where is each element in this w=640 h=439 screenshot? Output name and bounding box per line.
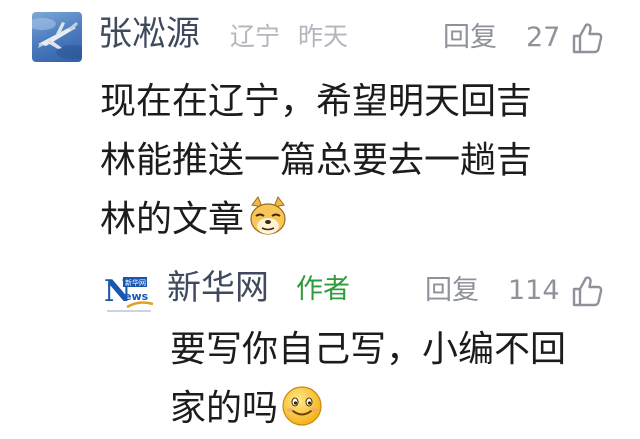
reply-item: N 新华网 ews 新华网 作者 回复 114 要写你自己写，小编不回 家的吗 bbox=[0, 250, 640, 439]
comment-location: 辽宁 bbox=[230, 22, 281, 51]
like-count[interactable]: 27 bbox=[526, 20, 560, 56]
thumbs-up-icon[interactable] bbox=[570, 21, 604, 55]
comment-item: 张凇源 辽宁 昨天 回复 27 现在在辽宁，希望明天回吉 林能推送一篇总要去一趟… bbox=[0, 0, 640, 250]
xinhua-logo-avatar[interactable]: N 新华网 ews bbox=[103, 270, 155, 316]
content-line: 要写你自己写，小编不回 bbox=[170, 329, 567, 370]
reply-content: 要写你自己写，小编不回 家的吗 bbox=[170, 320, 566, 438]
content-line-with-emoji: 家的吗 bbox=[170, 379, 566, 438]
comment-username[interactable]: 张凇源 bbox=[98, 12, 200, 56]
comment-content: 现在在辽宁，希望明天回吉 林能推送一篇总要去一趟吉 林的文章 bbox=[100, 72, 532, 249]
content-text: 家的吗 bbox=[170, 388, 279, 429]
jet-fighter-icon bbox=[32, 18, 82, 59]
comment-meta: 辽宁 昨天 bbox=[230, 20, 348, 54]
smile-emoji-icon bbox=[282, 386, 322, 426]
svg-text:ews: ews bbox=[124, 290, 149, 303]
user-avatar[interactable] bbox=[32, 12, 82, 62]
thumbs-up-icon[interactable] bbox=[570, 274, 604, 308]
comment-time: 昨天 bbox=[297, 22, 348, 51]
reply-button[interactable]: 回复 bbox=[425, 273, 479, 309]
author-badge: 作者 bbox=[296, 274, 350, 305]
svg-text:新华网: 新华网 bbox=[125, 278, 146, 287]
reply-username[interactable]: 新华网 bbox=[167, 266, 269, 310]
like-count[interactable]: 114 bbox=[508, 273, 560, 309]
content-line-with-emoji: 林的文章 bbox=[100, 190, 532, 249]
doge-emoji-icon bbox=[250, 195, 286, 235]
reply-button[interactable]: 回复 bbox=[443, 20, 497, 56]
content-text: 林的文章 bbox=[100, 199, 245, 240]
content-line: 林能推送一篇总要去一趟吉 bbox=[100, 140, 533, 181]
content-line: 现在在辽宁，希望明天回吉 bbox=[100, 81, 533, 122]
